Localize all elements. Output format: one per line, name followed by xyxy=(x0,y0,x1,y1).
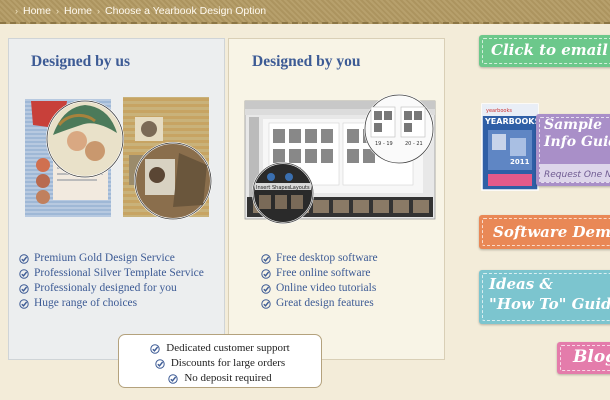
guide-label-line1: Ideas & xyxy=(489,275,553,293)
list-item: Free online software xyxy=(261,266,378,281)
book-year: 2011 xyxy=(510,158,530,166)
designed-by-you-software-screenshot[interactable]: 19 - 19 20 - 21 Insert Shapes Layouts xyxy=(243,93,439,225)
checkmark-icon xyxy=(155,358,165,369)
checkmark-icon xyxy=(168,373,179,384)
checkmark-icon xyxy=(19,283,29,294)
feature-text: Premium Gold Design Service xyxy=(34,252,175,264)
designed-by-us-title[interactable]: Designed by us xyxy=(31,53,224,71)
list-item: Premium Gold Design Service xyxy=(19,251,204,266)
sample-title-line1: Sample xyxy=(544,117,603,133)
request-one-now-link[interactable]: Request One Now xyxy=(540,164,610,182)
feature-text: Online video tutorials xyxy=(276,282,377,294)
blog-button[interactable]: Blog xyxy=(557,342,610,374)
feature-text: Free online software xyxy=(276,267,371,279)
zoom-label-left-page: 19 - 19 xyxy=(375,141,393,147)
breadcrumb-home-link[interactable]: Home xyxy=(23,5,51,17)
list-item: Professional Silver Template Service xyxy=(19,266,204,281)
list-item: Online video tutorials xyxy=(261,281,378,296)
email-us-label: Click to email us xyxy=(491,41,610,59)
zoom-tab-insert: Insert xyxy=(256,185,270,191)
designed-by-us-feature-list: Premium Gold Design Service Professional… xyxy=(19,251,204,311)
checkmark-icon xyxy=(150,343,160,354)
breadcrumb-chevron-icon: › xyxy=(56,6,60,16)
software-demo-button[interactable]: Software Demo xyxy=(479,215,610,249)
book-brand: yearbooks xyxy=(486,108,512,114)
list-item: Free desktop software xyxy=(261,251,378,266)
feature-text: Great design features xyxy=(276,297,374,309)
blog-label: Blog xyxy=(573,347,610,367)
checkmark-icon xyxy=(261,283,271,294)
benefits-box: Dedicated customer support Discounts for… xyxy=(118,334,322,388)
list-item: No deposit required xyxy=(119,371,321,386)
zoom-tab-layouts: Layouts xyxy=(290,185,310,191)
list-item: Dedicated customer support xyxy=(119,341,321,356)
checkmark-icon xyxy=(19,253,29,264)
breadcrumb-home-link-2[interactable]: Home xyxy=(64,5,92,17)
benefit-text: Dedicated customer support xyxy=(166,342,290,354)
checkmark-icon xyxy=(261,268,271,279)
feature-text: Professionaly designed for you xyxy=(34,282,177,294)
designed-by-you-title[interactable]: Designed by you xyxy=(252,53,444,71)
ideas-how-to-guide-button[interactable]: Ideas & "How To" Guide xyxy=(479,270,610,324)
breadcrumb: › Home › Home › Choose a Yearbook Design… xyxy=(0,0,610,24)
checkmark-icon xyxy=(261,253,271,264)
software-demo-label: Software Demo xyxy=(493,223,610,241)
breadcrumb-chevron-icon: › xyxy=(97,6,101,16)
breadcrumb-current-page: Choose a Yearbook Design Option xyxy=(105,5,267,17)
sample-guide-book-image[interactable]: yearbooks YEARBOOKS 2011 xyxy=(480,102,542,194)
feature-text: Huge range of choices xyxy=(34,297,138,309)
book-title: YEARBOOKS xyxy=(484,117,541,126)
checkmark-icon xyxy=(19,298,29,309)
list-item: Great design features xyxy=(261,296,378,311)
list-item: Professionaly designed for you xyxy=(19,281,204,296)
benefit-text: Discounts for large orders xyxy=(170,357,286,369)
list-item: Huge range of choices xyxy=(19,296,204,311)
guide-label-line2: "How To" Guide xyxy=(489,295,610,313)
checkmark-icon xyxy=(19,268,29,279)
designed-by-you-panel[interactable]: Designed by you 19 - 19 20 - 21 Insert S… xyxy=(228,38,445,360)
checkmark-icon xyxy=(261,298,271,309)
zoom-label-right-page: 20 - 21 xyxy=(405,141,423,147)
sample-title-line2: Info Guide xyxy=(544,134,610,150)
feature-text: Professional Silver Template Service xyxy=(34,267,204,279)
sample-info-guide-button[interactable]: Sample Info Guide Request One Now xyxy=(536,114,610,186)
zoom-tab-shapes: Shapes xyxy=(272,185,291,191)
list-item: Discounts for large orders xyxy=(119,356,321,371)
breadcrumb-chevron-icon: › xyxy=(15,6,18,16)
designed-by-you-feature-list: Free desktop software Free online softwa… xyxy=(261,251,378,311)
benefit-text: No deposit required xyxy=(184,372,272,384)
email-us-button[interactable]: Click to email us xyxy=(479,35,610,67)
feature-text: Free desktop software xyxy=(276,252,378,264)
designed-by-us-panel[interactable]: Designed by us Premium Gold Design Servi… xyxy=(8,38,225,360)
designed-by-us-artwork[interactable] xyxy=(23,95,213,221)
